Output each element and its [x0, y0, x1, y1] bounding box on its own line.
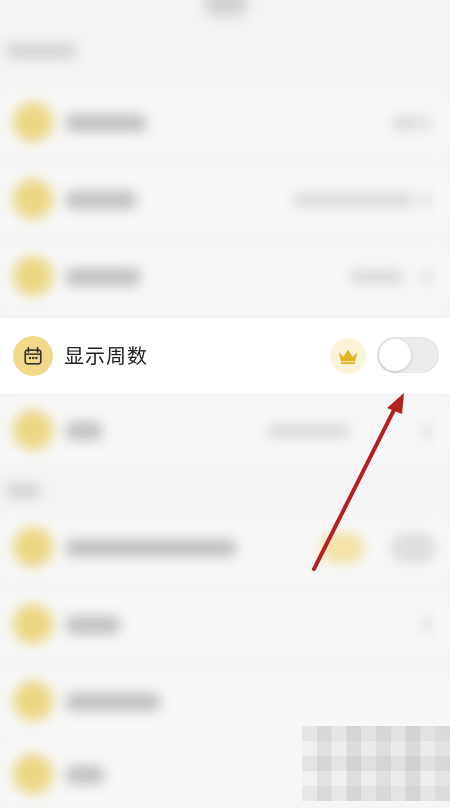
- blurred-chevron-icon: [423, 193, 431, 207]
- settings-screen: 显示周数: [0, 0, 450, 808]
- blurred-setting-row: [0, 167, 450, 233]
- blurred-row-icon: [13, 102, 53, 142]
- show-week-number-toggle[interactable]: [377, 337, 439, 373]
- blurred-row-icon: [13, 256, 53, 296]
- blurred-row-icon: [13, 754, 53, 794]
- blurred-chevron-icon: [423, 618, 431, 632]
- calendar-week-icon-glyph: [24, 346, 42, 365]
- blurred-content: [0, 0, 450, 808]
- blurred-row-text: [66, 114, 146, 132]
- setting-row-label: 显示周数: [64, 344, 148, 368]
- blurred-row-value: [268, 424, 350, 438]
- blurred-row-text: [66, 616, 120, 634]
- blurred-chevron-icon: [423, 424, 431, 438]
- blurred-row-text: [66, 191, 136, 209]
- blurred-setting-row: [0, 90, 450, 156]
- blurred-row-text: [66, 766, 104, 784]
- blurred-setting-row: [0, 398, 450, 464]
- crown-icon-glyph: [339, 349, 357, 365]
- blurred-section-label: [6, 44, 76, 58]
- blurred-badge: [320, 533, 364, 563]
- blurred-row-text: [66, 268, 140, 286]
- blurred-row-text: [66, 539, 236, 557]
- blurred-row-icon: [13, 681, 53, 721]
- blurred-row-icon: [13, 179, 53, 219]
- blurred-row-value: [350, 270, 404, 284]
- blurred-row-value: [392, 116, 420, 130]
- blurred-top-handle: [205, 0, 247, 16]
- blurred-chevron-icon: [423, 270, 431, 284]
- blurred-setting-row: [0, 244, 450, 310]
- blurred-row-icon: [13, 527, 53, 567]
- blurred-chevron-icon: [423, 116, 431, 130]
- blurred-setting-row: [0, 592, 450, 658]
- toggle-knob[interactable]: [379, 339, 411, 371]
- crown-icon: [330, 338, 366, 374]
- blurred-row-text: [66, 693, 160, 711]
- blurred-row-text: [66, 422, 102, 440]
- calendar-week-icon: [13, 336, 53, 376]
- blurred-toggle: [390, 533, 436, 563]
- blurred-row-icon: [13, 604, 53, 644]
- blurred-setting-row: [0, 515, 450, 581]
- watermark-mosaic: [302, 726, 450, 801]
- blurred-section-label: [6, 484, 40, 498]
- blurred-row-value: [294, 193, 414, 207]
- blurred-row-icon: [13, 410, 53, 450]
